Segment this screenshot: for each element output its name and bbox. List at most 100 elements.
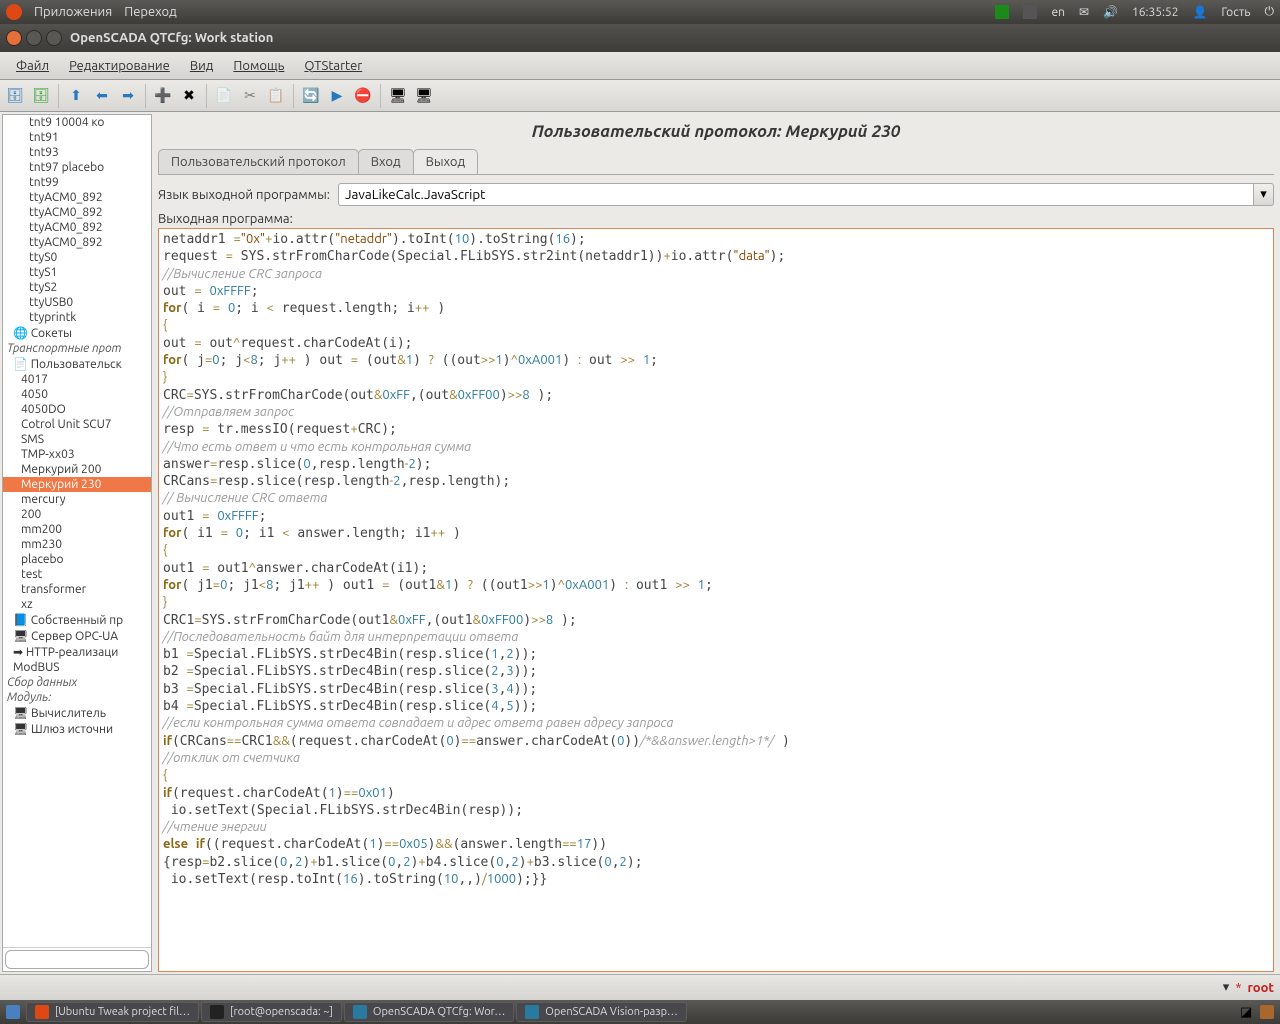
tree-item[interactable]: transformer [3,582,151,597]
nav-tree[interactable]: tnt9 10004 ко tnt91 tnt93 tnt97 placebo … [2,114,152,972]
workspace-switcher-icon[interactable]: ◪ [1240,1005,1254,1019]
power-icon[interactable]: ⏻ [1265,5,1275,19]
tree-item[interactable]: 4050DO [3,402,151,417]
nav-back-icon[interactable]: ⬅ [91,85,113,107]
program-label: Выходная программа: [158,212,1274,226]
tree-item[interactable]: tnt93 [3,145,151,160]
tree-ownproto[interactable]: 📘 Собственный пр [3,612,151,628]
tree-filter-input[interactable] [5,950,149,969]
task-item[interactable]: OpenSCADA QTCfg: Wor… [344,1002,514,1022]
task-item[interactable]: OpenSCADA Vision-разр… [516,1002,687,1022]
tree-item[interactable]: 200 [3,507,151,522]
volume-icon[interactable]: 🔊 [1103,5,1118,19]
tree-item-selected[interactable]: Меркурий 230 [3,477,151,492]
tab-output[interactable]: Выход [413,149,479,174]
main-panel: Пользовательский протокол: Меркурий 230 … [154,112,1280,974]
db-load-icon[interactable]: 🗄 [4,85,26,107]
tree-http[interactable]: ➡ HTTP-реализаци [3,644,151,660]
tree-item[interactable]: TMP-xx03 [3,447,151,462]
page-title: Пользовательский протокол: Меркурий 230 [158,118,1274,149]
keyboard-icon[interactable] [1023,5,1037,19]
tree-item[interactable]: tnt9 10004 ко [3,115,151,130]
window-minimize-button[interactable] [26,30,42,46]
statusbar: ▾ * root [0,974,1280,1000]
tree-item[interactable]: ttyACM0_892 [3,205,151,220]
tree-item[interactable]: test [3,567,151,582]
menu-help[interactable]: Помощь [223,55,294,77]
cut-icon: ✂ [239,85,261,107]
tree-item[interactable]: mercury [3,492,151,507]
tree-modbus[interactable]: ModBUS [3,660,151,675]
item-del-icon[interactable]: ✖ [178,85,200,107]
code-editor[interactable]: netaddr1 ="0x"+io.attr("netaddr").toInt(… [158,228,1274,972]
tab-userproto[interactable]: Пользовательский протокол [158,149,359,174]
show-desktop-icon[interactable] [6,1005,20,1019]
lang-combobox[interactable] [338,183,1254,206]
status-user[interactable]: root [1248,981,1275,995]
clock[interactable]: 16:35:52 [1132,6,1179,19]
tree-item[interactable]: mm200 [3,522,151,537]
paste-icon: 📋 [265,85,287,107]
menu-edit[interactable]: Редактирование [59,55,180,77]
tree-sockets[interactable]: 🌐 Сокеты [3,325,151,341]
tree-calc[interactable]: 🖥 Вычислитель [3,705,151,721]
tree-item[interactable]: Меркурий 200 [3,462,151,477]
item-add-icon[interactable]: ➕ [152,85,174,107]
tree-item[interactable]: 4017 [3,372,151,387]
tree-item[interactable]: ttyACM0_892 [3,235,151,250]
tree-item[interactable]: ttyprintk [3,310,151,325]
copy-icon: 📄 [213,85,235,107]
status-dropdown-icon[interactable]: ▾ [1223,980,1230,995]
tree-userproto[interactable]: 📄 Пользовательск [3,356,151,372]
menu-file[interactable]: Файл [6,55,59,77]
module1-icon[interactable]: 🖥 [387,85,409,107]
tree-opcua[interactable]: 🖥 Сервер OPC-UA [3,628,151,644]
tree-item[interactable]: tnt97 placebo [3,160,151,175]
db-save-icon[interactable]: 🗄 [30,85,52,107]
user-icon[interactable]: 👤 [1192,5,1207,19]
window-close-button[interactable] [6,30,22,46]
tree-item[interactable]: ttyS0 [3,250,151,265]
tree-item[interactable]: ttyS2 [3,280,151,295]
tree-item[interactable]: ttyACM0_892 [3,190,151,205]
lang-dropdown-button[interactable]: ▾ [1254,183,1274,206]
vnc-icon[interactable] [995,5,1009,19]
tree-item[interactable]: ttyUSB0 [3,295,151,310]
refresh-icon[interactable]: 🔄 [300,85,322,107]
tree-datacollect[interactable]: Сбор данных [3,675,151,690]
user-label[interactable]: Гость [1221,6,1250,19]
nav-up-icon[interactable]: ⬆ [65,85,87,107]
menu-go[interactable]: Переход [124,5,177,19]
lang-indicator[interactable]: en [1051,6,1064,19]
tree-item[interactable]: xz [3,597,151,612]
nav-forward-icon[interactable]: ➡ [117,85,139,107]
tree-item[interactable]: Cotrol Unit SCU7 [3,417,151,432]
task-item[interactable]: [root@openscada: ~] [201,1002,342,1022]
window-maximize-button[interactable] [46,30,62,46]
tab-input[interactable]: Вход [358,149,414,174]
stop-icon[interactable]: ⛔ [352,85,374,107]
menu-qtstarter[interactable]: QTStarter [294,55,372,77]
tree-item[interactable]: ttyACM0_892 [3,220,151,235]
tree-item[interactable]: tnt91 [3,130,151,145]
menu-view[interactable]: Вид [180,55,224,77]
menu-applications[interactable]: Приложения [34,5,112,19]
system-topbar: Приложения Переход en ✉ 🔊 16:35:52 👤 Гос… [0,0,1280,24]
tree-item[interactable]: ttyS1 [3,265,151,280]
tree-item[interactable]: placebo [3,552,151,567]
tree-gate[interactable]: 🖥 Шлюз источни [3,721,151,737]
tree-item[interactable]: tnt99 [3,175,151,190]
app-menubar: Файл Редактирование Вид Помощь QTStarter [0,52,1280,80]
run-icon[interactable]: ▶ [326,85,348,107]
task-item[interactable]: [Ubuntu Tweak project fil… [26,1002,199,1022]
trash-icon[interactable] [1260,1005,1274,1019]
tree-transport[interactable]: Транспортные прот [3,341,151,356]
ubuntu-logo-icon[interactable] [6,4,22,20]
module2-icon[interactable]: 🖥 [413,85,435,107]
tree-item[interactable]: SMS [3,432,151,447]
window-titlebar: OpenSCADA QTCfg: Work station [0,24,1280,52]
lang-label: Язык выходной программы: [158,188,330,202]
mail-icon[interactable]: ✉ [1079,5,1089,19]
tree-item[interactable]: 4050 [3,387,151,402]
tree-item[interactable]: mm230 [3,537,151,552]
